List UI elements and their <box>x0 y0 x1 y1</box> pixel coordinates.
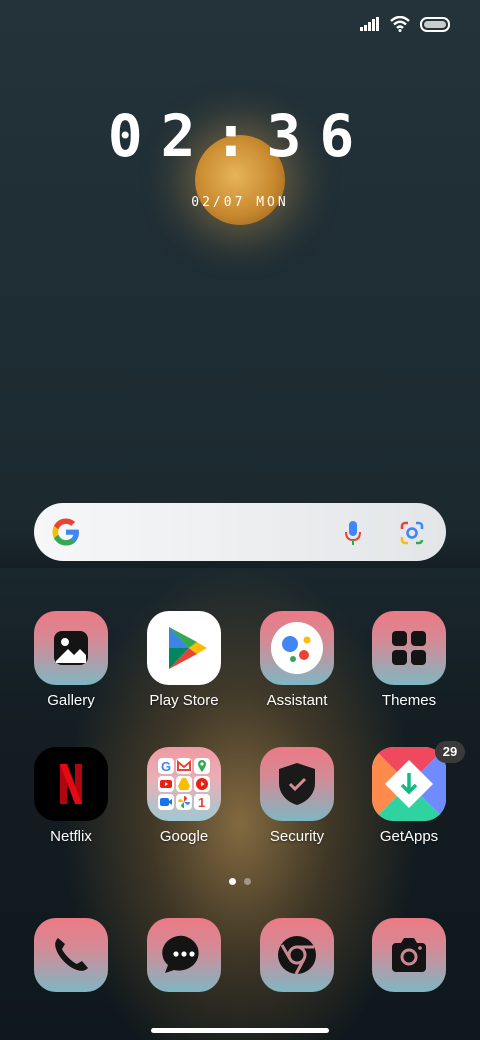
app-getapps[interactable]: 29 GetApps <box>359 741 465 845</box>
svg-text:G: G <box>161 759 171 774</box>
gallery-tile[interactable] <box>34 611 108 685</box>
dock-phone[interactable] <box>21 918 121 992</box>
status-bar <box>360 16 450 32</box>
photos-mini-icon <box>176 794 192 810</box>
gmail-mini-icon <box>176 758 192 774</box>
gesture-navigation-bar[interactable] <box>151 1028 329 1033</box>
youtube-music-mini-icon <box>194 776 210 792</box>
dock-messages[interactable] <box>134 918 234 992</box>
page-indicator <box>0 878 480 885</box>
camera-tile[interactable] <box>372 918 446 992</box>
battery-icon <box>420 16 450 32</box>
clock-date[interactable]: 02/07 MON <box>0 195 480 210</box>
themes-tile[interactable] <box>372 611 446 685</box>
app-security[interactable]: Security <box>247 747 347 845</box>
app-label: GetApps <box>379 828 439 845</box>
netflix-tile[interactable] <box>34 747 108 821</box>
duo-mini-icon <box>158 794 174 810</box>
chrome-tile[interactable] <box>260 918 334 992</box>
youtube-mini-icon <box>158 776 174 792</box>
play-store-icon <box>169 627 207 669</box>
app-themes[interactable]: Themes <box>359 611 459 709</box>
signal-icon <box>360 17 379 31</box>
dock-camera[interactable] <box>359 918 459 992</box>
chrome-icon <box>278 936 316 975</box>
app-label: Themes <box>381 692 437 709</box>
play-store-tile[interactable] <box>147 611 221 685</box>
clock-time[interactable]: 02:36 <box>0 102 480 170</box>
microphone-icon[interactable] <box>340 519 366 547</box>
google-lens-icon[interactable] <box>398 519 426 547</box>
google-search-bar[interactable] <box>34 503 446 561</box>
wifi-icon <box>390 16 410 32</box>
app-play-store[interactable]: Play Store <box>134 611 234 709</box>
assistant-icon <box>271 622 323 674</box>
app-label: Gallery <box>47 692 95 709</box>
app-label: Netflix <box>50 828 92 845</box>
app-gallery[interactable]: Gallery <box>21 611 121 709</box>
page-dot[interactable] <box>244 878 251 885</box>
phone-tile[interactable] <box>34 918 108 992</box>
phone-icon <box>55 938 88 971</box>
getapps-tile[interactable] <box>372 747 446 821</box>
google-folder-tile[interactable]: G 1 <box>147 747 221 821</box>
svg-text:1: 1 <box>198 795 205 810</box>
app-assistant[interactable]: Assistant <box>247 611 347 709</box>
security-tile[interactable] <box>260 747 334 821</box>
page-dot-active[interactable] <box>229 878 236 885</box>
app-label: Google <box>159 828 209 845</box>
google-one-mini-icon: 1 <box>194 794 210 810</box>
shield-icon <box>279 763 315 805</box>
drive-mini-icon <box>176 776 192 792</box>
notification-badge: 29 <box>435 741 465 763</box>
assistant-tile[interactable] <box>260 611 334 685</box>
themes-icon <box>392 631 426 665</box>
camera-icon <box>392 938 426 972</box>
maps-mini-icon <box>194 758 210 774</box>
app-label: Assistant <box>266 692 328 709</box>
app-label: Play Store <box>149 692 219 709</box>
netflix-icon <box>60 764 82 804</box>
google-mini-icon: G <box>158 758 174 774</box>
app-google-folder[interactable]: G 1 Google <box>134 747 234 845</box>
dock-chrome[interactable] <box>247 918 347 992</box>
home-screen: 02:36 02/07 MON Gallery Play Store Assis… <box>0 0 480 1040</box>
getapps-icon <box>372 747 446 821</box>
app-label: Security <box>269 828 325 845</box>
messages-tile[interactable] <box>147 918 221 992</box>
app-netflix[interactable]: Netflix <box>21 747 121 845</box>
messages-icon <box>162 935 199 973</box>
gallery-icon <box>54 631 88 665</box>
google-g-icon <box>52 518 79 546</box>
